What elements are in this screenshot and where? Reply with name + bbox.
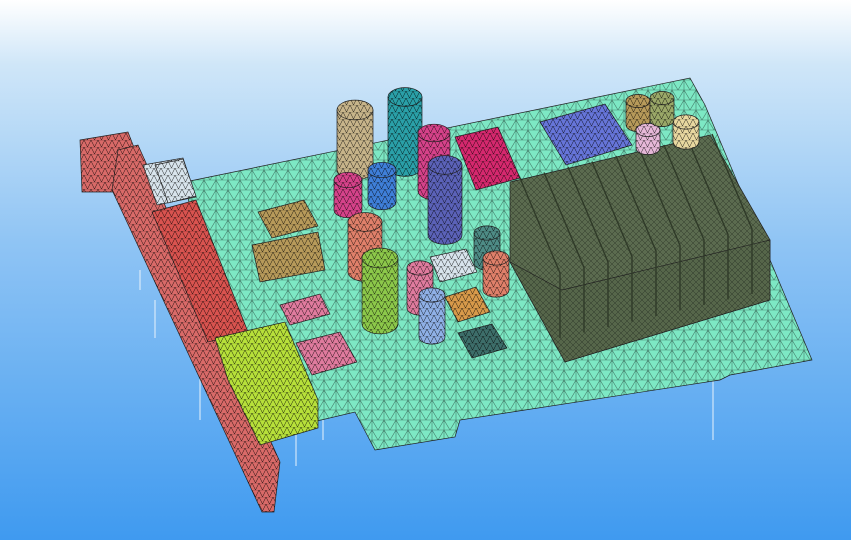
capacitor-tan-tall[interactable] [336, 99, 374, 181]
capacitor-navy[interactable] [427, 155, 463, 245]
mesh-model-canvas[interactable] [0, 0, 851, 540]
capacitor-teal-tall[interactable] [387, 87, 423, 177]
capacitor-salmon-small[interactable] [482, 250, 510, 298]
capacitor-blue[interactable] [367, 161, 397, 211]
capacitor-lightblue[interactable] [418, 287, 446, 345]
capacitor-pinkwhite[interactable] [635, 123, 661, 155]
capacitor-pink-small[interactable] [333, 171, 363, 219]
capacitor-green[interactable] [361, 247, 399, 335]
viewport [0, 0, 851, 540]
capacitor-olive[interactable] [649, 91, 675, 127]
capacitor-cream[interactable] [672, 114, 700, 150]
